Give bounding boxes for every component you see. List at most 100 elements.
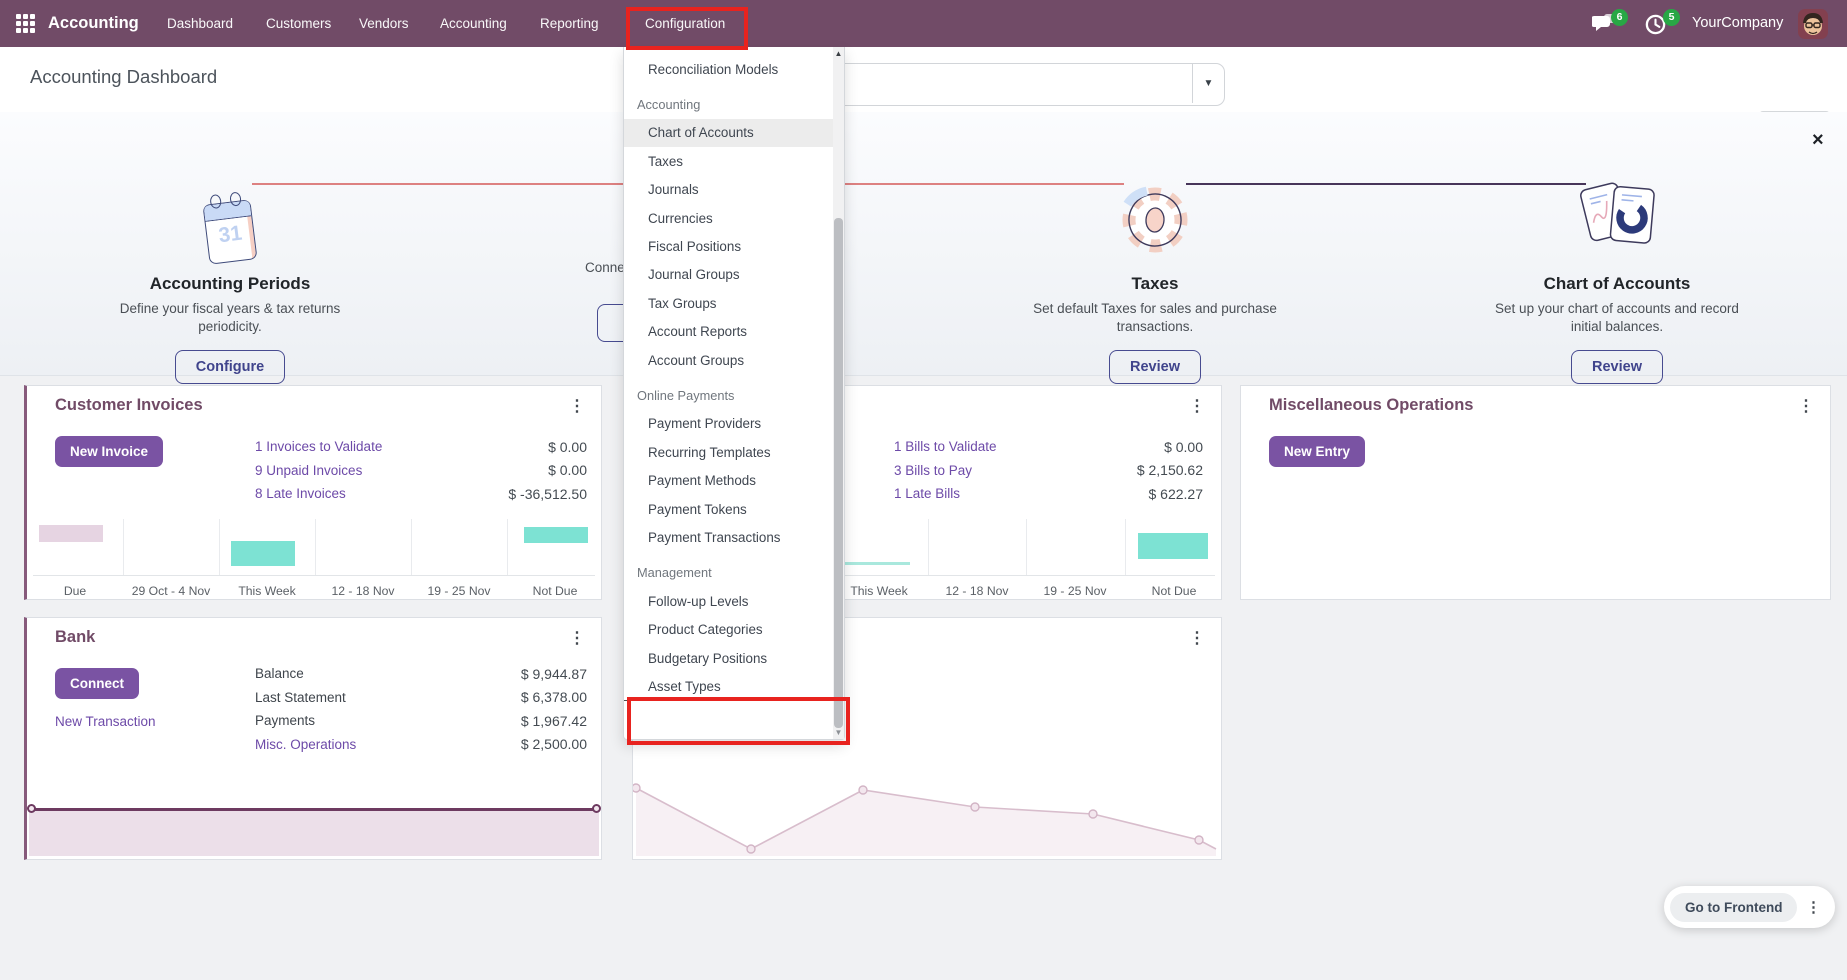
kebab-menu-icon[interactable]: ⋮ xyxy=(569,396,585,416)
menu-item-payment-providers[interactable]: Payment Providers xyxy=(624,410,834,438)
stat-row: 9 Unpaid Invoices $ 0.00 xyxy=(255,459,587,483)
configure-button[interactable]: Configure xyxy=(175,350,285,384)
customer-invoices-stats: 1 Invoices to Validate $ 0.00 9 Unpaid I… xyxy=(255,435,587,506)
configuration-dropdown-menu: Reconciliation Models Accounting Chart o… xyxy=(623,47,845,740)
user-avatar[interactable] xyxy=(1798,9,1828,39)
activities-badge: 5 xyxy=(1663,9,1680,26)
step-description: Set default Taxes for sales and purchase… xyxy=(1030,300,1280,336)
stat-row: 1 Invoices to Validate $ 0.00 xyxy=(255,435,587,459)
nav-item-vendors[interactable]: Vendors xyxy=(359,0,409,47)
onboarding-step-taxes: Taxes Set default Taxes for sales and pu… xyxy=(995,154,1315,384)
bar-due xyxy=(39,525,103,542)
stat-row: Balance $ 9,944.87 xyxy=(255,662,587,686)
messages-badge: 6 xyxy=(1611,9,1628,26)
menu-section-online-payments: Online Payments xyxy=(624,381,834,409)
stat-row: 8 Late Invoices $ -36,512.50 xyxy=(255,482,587,506)
unpaid-invoices-link[interactable]: 9 Unpaid Invoices xyxy=(255,463,362,478)
stat-amount: $ 6,378.00 xyxy=(521,689,587,705)
dropdown-scrollbar-thumb[interactable] xyxy=(834,218,843,728)
menu-item-reconciliation-models[interactable]: Reconciliation Models xyxy=(624,55,834,83)
chart-gridline xyxy=(1026,519,1027,575)
bank-chart-marker xyxy=(27,804,36,813)
bills-to-pay-link[interactable]: 3 Bills to Pay xyxy=(894,463,972,478)
chart-of-accounts-icon xyxy=(1457,154,1777,262)
gear-icon xyxy=(995,154,1315,262)
menu-item-payment-transactions[interactable]: Payment Transactions xyxy=(624,523,834,551)
dropdown-scrollbar[interactable]: ▲ ▼ xyxy=(833,47,844,739)
menu-item-fiscal-positions[interactable]: Fiscal Positions xyxy=(624,232,834,260)
late-invoices-link[interactable]: 8 Late Invoices xyxy=(255,486,346,501)
nav-item-dashboard[interactable]: Dashboard xyxy=(167,0,233,47)
apps-grid-icon[interactable] xyxy=(16,14,36,34)
chart-gridline xyxy=(315,519,316,575)
menu-item-budgetary-positions[interactable]: Budgetary Positions xyxy=(624,644,834,672)
menu-item-payment-methods[interactable]: Payment Methods xyxy=(624,466,834,494)
x-label: Not Due xyxy=(507,584,603,598)
customer-invoices-card: Customer Invoices ⋮ New Invoice 1 Invoic… xyxy=(24,385,602,600)
menu-item-tax-groups[interactable]: Tax Groups xyxy=(624,289,834,317)
menu-item-payment-tokens[interactable]: Payment Tokens xyxy=(624,495,834,523)
kebab-menu-icon[interactable]: ⋮ xyxy=(1189,396,1205,416)
app-name[interactable]: Accounting xyxy=(48,0,139,47)
nav-item-reporting[interactable]: Reporting xyxy=(540,0,599,47)
go-to-frontend-button[interactable]: Go to Frontend xyxy=(1670,893,1797,922)
bank-title[interactable]: Bank xyxy=(55,628,95,647)
onboarding-step-chart-of-accounts: Chart of Accounts Set up your chart of a… xyxy=(1457,154,1777,384)
stat-amount: $ 0.00 xyxy=(548,462,587,478)
menu-item-taxes[interactable]: Taxes xyxy=(624,147,834,175)
close-icon[interactable]: × xyxy=(1812,130,1824,150)
nav-item-customers[interactable]: Customers xyxy=(266,0,331,47)
kebab-menu-icon[interactable]: ⋮ xyxy=(1798,396,1814,416)
menu-section-management: Management xyxy=(624,559,834,587)
menu-item-account-groups[interactable]: Account Groups xyxy=(624,346,834,374)
bank-card: Bank ⋮ Connect New Transaction Balance $… xyxy=(24,617,602,860)
misc-operations-title[interactable]: Miscellaneous Operations xyxy=(1269,396,1473,415)
kebab-menu-icon[interactable]: ⋮ xyxy=(1797,891,1829,923)
menu-item-chart-of-accounts[interactable]: Chart of Accounts xyxy=(624,119,834,147)
bank-chart-line xyxy=(29,808,599,811)
nav-item-accounting[interactable]: Accounting xyxy=(440,0,507,47)
x-label: 29 Oct - 4 Nov xyxy=(123,584,219,598)
scroll-up-icon[interactable]: ▲ xyxy=(833,49,844,58)
stat-amount: $ 1,967.42 xyxy=(521,713,587,729)
stat-amount: $ 2,150.62 xyxy=(1137,462,1203,478)
chart-gridline xyxy=(928,519,929,575)
step-title: Chart of Accounts xyxy=(1457,274,1777,294)
invoices-to-validate-link[interactable]: 1 Invoices to Validate xyxy=(255,439,382,454)
customer-invoices-title[interactable]: Customer Invoices xyxy=(55,396,203,415)
late-bills-link[interactable]: 1 Late Bills xyxy=(894,486,960,501)
miscellaneous-operations-card: Miscellaneous Operations ⋮ New Entry xyxy=(1240,385,1831,600)
misc-operations-link[interactable]: Misc. Operations xyxy=(255,737,356,752)
menu-item-account-reports[interactable]: Account Reports xyxy=(624,318,834,346)
bar-not-due xyxy=(1138,533,1208,559)
new-entry-button[interactable]: New Entry xyxy=(1269,436,1365,467)
bar-this-week xyxy=(231,541,295,566)
nav-item-configuration[interactable]: Configuration xyxy=(645,0,725,47)
new-transaction-link[interactable]: New Transaction xyxy=(55,714,156,729)
scroll-down-icon[interactable]: ▼ xyxy=(833,728,844,737)
frontend-pill-container: Go to Frontend ⋮ xyxy=(1664,886,1835,928)
menu-item-journal-groups[interactable]: Journal Groups xyxy=(624,261,834,289)
stat-amount: $ -36,512.50 xyxy=(508,486,587,502)
menu-item-currencies[interactable]: Currencies xyxy=(624,204,834,232)
review-taxes-button[interactable]: Review xyxy=(1109,350,1201,384)
new-invoice-button[interactable]: New Invoice xyxy=(55,436,163,467)
menu-section-accounting: Accounting xyxy=(624,90,834,118)
menu-item-product-categories[interactable]: Product Categories xyxy=(624,615,834,643)
chart-gridline xyxy=(123,519,124,575)
menu-item-asset-types[interactable]: Asset Types xyxy=(624,672,834,700)
review-chart-of-accounts-button[interactable]: Review xyxy=(1571,350,1663,384)
menu-item-journals[interactable]: Journals xyxy=(624,176,834,204)
menu-item-follow-up-levels[interactable]: Follow-up Levels xyxy=(624,587,834,615)
x-label: Not Due xyxy=(1125,584,1223,598)
stat-amount: $ 622.27 xyxy=(1149,486,1204,502)
kebab-menu-icon[interactable]: ⋮ xyxy=(569,628,585,648)
step-title: Accounting Periods xyxy=(70,274,390,294)
bar-this-week xyxy=(840,562,910,565)
menu-item-recurring-templates[interactable]: Recurring Templates xyxy=(624,438,834,466)
stat-amount: $ 9,944.87 xyxy=(521,666,587,682)
company-switcher[interactable]: YourCompany xyxy=(1692,0,1783,47)
connect-button[interactable]: Connect xyxy=(55,668,139,699)
search-options-toggle[interactable]: ▼ xyxy=(1192,64,1224,103)
bills-to-validate-link[interactable]: 1 Bills to Validate xyxy=(894,439,997,454)
